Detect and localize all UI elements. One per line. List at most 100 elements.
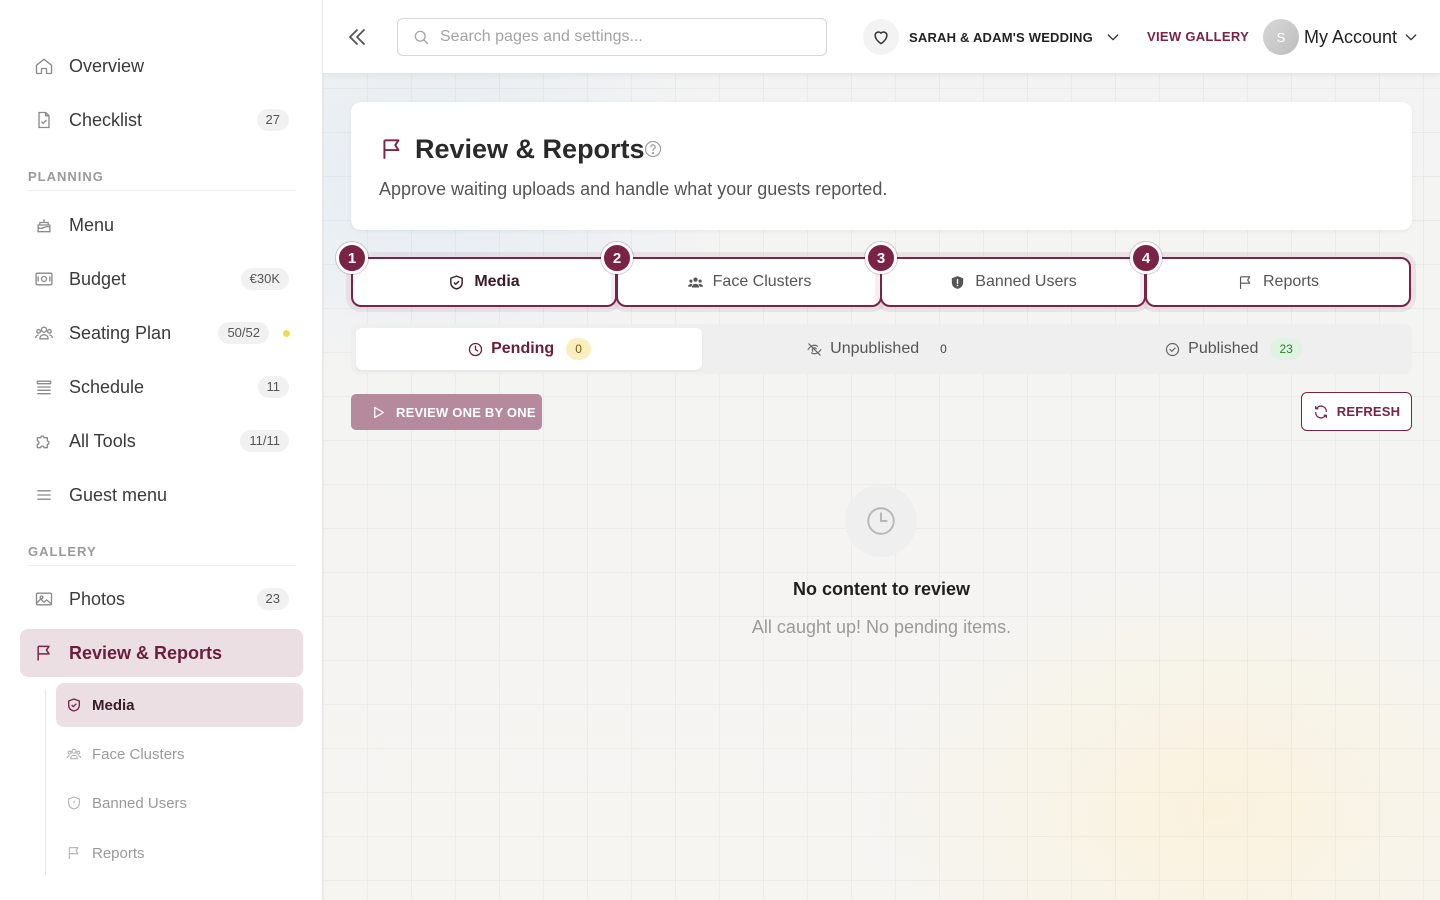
clock-icon: [864, 504, 898, 538]
tab-label: Unpublished: [830, 340, 920, 357]
sidebar-subitem-label: Media: [92, 696, 135, 714]
main-content: SARAH & ADAM'S WEDDING VIEW GALLERY S My…: [323, 0, 1440, 900]
search-box[interactable]: [397, 18, 827, 56]
heart-icon: [863, 19, 899, 55]
sidebar-item-label: Budget: [69, 268, 127, 289]
tab-pending[interactable]: Pending 0: [356, 328, 702, 370]
page-header-card: Review & Reports Approve waiting uploads…: [351, 102, 1412, 230]
tab-unpublished[interactable]: Unpublished 0: [708, 328, 1054, 370]
sidebar-item-checklist[interactable]: Checklist 27: [20, 96, 303, 144]
sidebar-item-menu[interactable]: Menu: [20, 201, 303, 249]
count-badge: 50/52: [218, 322, 269, 344]
view-gallery-link[interactable]: VIEW GALLERY: [1147, 29, 1249, 44]
step-number: 2: [601, 242, 633, 274]
section-label-planning: PLANNING: [28, 169, 104, 184]
cake-icon: [34, 215, 54, 235]
count-badge: 23: [1270, 338, 1302, 360]
event-name: SARAH & ADAM'S WEDDING: [909, 29, 1093, 45]
top-bar: SARAH & ADAM'S WEDDING VIEW GALLERY S My…: [323, 0, 1440, 74]
sidebar-item-label: Menu: [69, 214, 115, 235]
sidebar-item-guest-menu[interactable]: Guest menu: [20, 471, 303, 519]
sidebar-item-overview[interactable]: Overview: [20, 42, 303, 90]
step-tab-banned-users[interactable]: 3 Banned Users: [865, 242, 1146, 307]
sidebar-item-budget[interactable]: Budget €30K: [20, 255, 303, 303]
sidebar-item-label: Checklist: [69, 109, 143, 130]
sidebar-item-all-tools[interactable]: All Tools 11/11: [20, 417, 303, 465]
chevron-down-icon: [1105, 29, 1121, 45]
sidebar-item-seating-plan[interactable]: Seating Plan 50/52: [20, 309, 303, 357]
step-tab-label: Reports: [1262, 273, 1320, 290]
button-label: REVIEW ONE BY ONE: [396, 404, 536, 420]
sidebar-subitem-reports[interactable]: Reports: [56, 831, 303, 875]
step-tab-label: Media: [474, 273, 520, 290]
sidebar-subitem-label: Reports: [92, 844, 145, 862]
divider: [28, 190, 296, 191]
sidebar-subitem-label: Face Clusters: [92, 745, 185, 763]
empty-state-icon-wrap: [845, 485, 917, 557]
sidebar-item-label: Photos: [69, 588, 126, 609]
count-badge: 27: [256, 109, 289, 131]
puzzle-icon: [34, 431, 54, 451]
button-label: REFRESH: [1336, 404, 1401, 419]
event-selector[interactable]: SARAH & ADAM'S WEDDING: [863, 19, 1121, 55]
step-tab-reports[interactable]: 4 Reports: [1130, 242, 1411, 307]
avatar: S: [1263, 19, 1299, 55]
people-icon: [34, 323, 54, 343]
review-one-by-one-button[interactable]: REVIEW ONE BY ONE: [351, 394, 542, 430]
image-icon: [34, 589, 54, 609]
count-badge: 23: [256, 588, 289, 610]
checklist-icon: [34, 110, 54, 130]
tab-published[interactable]: Published 23: [1060, 328, 1406, 370]
tab-label: Pending: [491, 340, 555, 357]
shield-check-icon: [66, 697, 82, 713]
status-tabs: Pending 0 Unpublished 0 Published 23: [351, 324, 1412, 374]
sidebar-subitem-media[interactable]: Media: [56, 683, 303, 727]
hamburger-icon: [34, 485, 54, 505]
sidebar-subitem-banned-users[interactable]: Banned Users: [56, 781, 303, 825]
money-icon: [34, 269, 54, 289]
eye-off-icon: [806, 341, 823, 358]
shield-icon: [66, 795, 82, 811]
help-icon[interactable]: [643, 139, 663, 159]
sidebar-item-label: Review & Reports: [69, 642, 223, 663]
status-dot: [283, 330, 290, 337]
sidebar-item-schedule[interactable]: Schedule 11: [20, 363, 303, 411]
flag-icon: [379, 136, 405, 162]
account-label: My Account: [1304, 26, 1398, 47]
step-tab-label: Banned Users: [975, 273, 1077, 290]
shield-icon: [949, 274, 966, 291]
sidebar-item-label: Schedule: [69, 376, 145, 397]
step-number: 1: [336, 242, 368, 274]
shield-check-icon: [448, 274, 465, 291]
sidebar-item-photos[interactable]: Photos 23: [20, 575, 303, 623]
count-badge: 11: [257, 376, 289, 398]
page-title: Review & Reports: [415, 134, 645, 164]
submenu-guide-line: [45, 690, 46, 875]
count-badge: 0: [940, 342, 947, 356]
chevron-down-icon: [1403, 29, 1419, 45]
home-icon: [34, 56, 54, 76]
account-menu[interactable]: S My Account: [1263, 19, 1419, 55]
refresh-button[interactable]: REFRESH: [1301, 392, 1412, 431]
divider: [28, 565, 296, 566]
step-number: 3: [865, 242, 897, 274]
people-icon: [687, 274, 704, 291]
step-tab-label: Face Clusters: [712, 273, 812, 290]
flag-icon: [66, 845, 82, 861]
search-input[interactable]: [440, 28, 810, 46]
step-number: 4: [1130, 242, 1162, 274]
check-circle-icon: [1164, 341, 1181, 358]
step-tab-face-clusters[interactable]: 2 Face Clusters: [601, 242, 882, 307]
sidebar-item-review-reports[interactable]: Review & Reports: [20, 629, 303, 677]
collapse-sidebar-icon[interactable]: [345, 25, 369, 49]
section-label-gallery: GALLERY: [28, 544, 97, 559]
clock-icon: [467, 341, 484, 358]
empty-state-subtitle: All caught up! No pending items.: [751, 617, 1012, 637]
step-tab-media[interactable]: 1 Media: [336, 242, 617, 307]
flag-icon: [1237, 274, 1254, 291]
sidebar-subitem-face-clusters[interactable]: Face Clusters: [56, 732, 303, 776]
sidebar-item-label: Guest menu: [69, 484, 168, 505]
play-icon: [371, 405, 386, 420]
count-badge: €30K: [240, 268, 289, 290]
list-icon: [34, 377, 54, 397]
